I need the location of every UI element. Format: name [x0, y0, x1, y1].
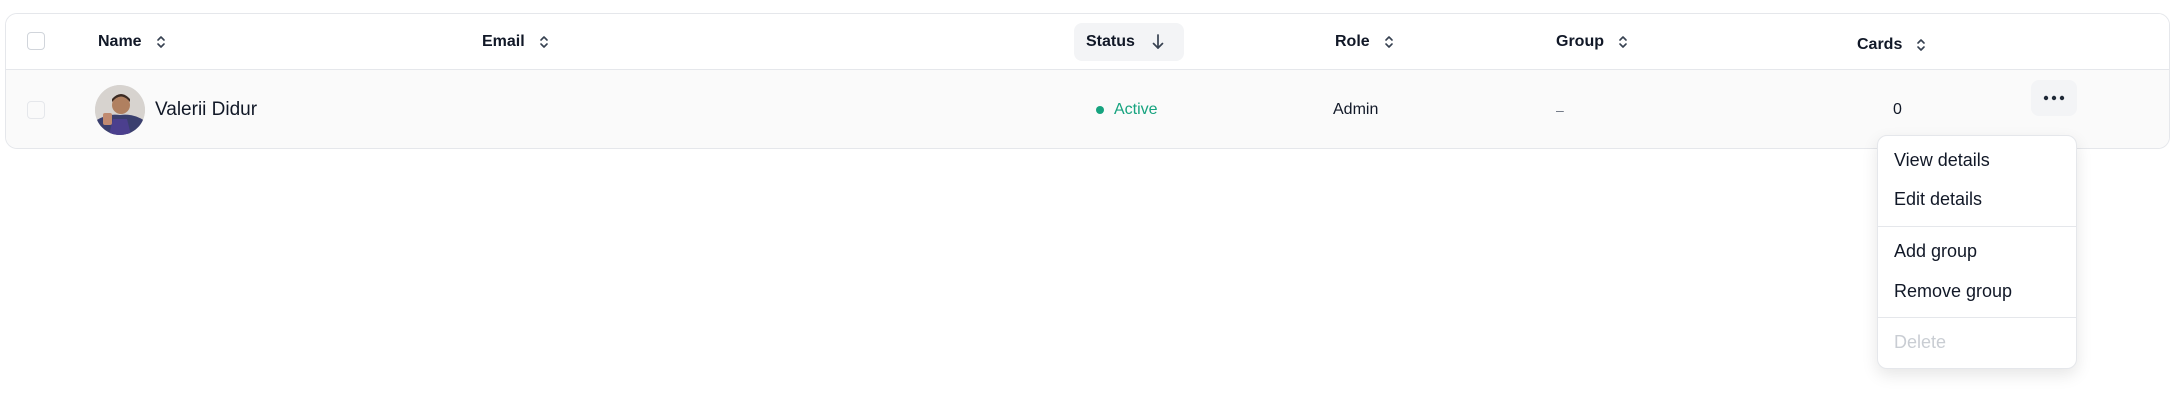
- user-name: Valerii Didur: [155, 99, 258, 120]
- sort-updown-icon[interactable]: [539, 34, 549, 50]
- column-header-name-label: Name: [98, 33, 142, 50]
- cards-value: 0: [1893, 101, 1902, 118]
- column-header-role-label: Role: [1335, 33, 1370, 50]
- menu-item-remove-group[interactable]: Remove group: [1894, 281, 2012, 302]
- status-dot-icon: [1096, 106, 1104, 114]
- column-header-cards-label: Cards: [1857, 36, 1903, 53]
- row-select-checkbox[interactable]: [27, 101, 45, 119]
- column-header-role[interactable]: Role: [1335, 14, 1394, 70]
- sort-updown-icon[interactable]: [156, 34, 166, 50]
- menu-divider: [1878, 226, 2076, 227]
- group-value: –: [1556, 102, 1564, 118]
- row-actions-button[interactable]: [2031, 80, 2077, 116]
- arrow-down-icon[interactable]: [1151, 33, 1165, 51]
- role-cell: Admin: [1333, 70, 1379, 148]
- status-cell: Active: [1096, 70, 1158, 148]
- menu-divider: [1878, 317, 2076, 318]
- column-header-cards[interactable]: Cards: [1857, 17, 1926, 73]
- users-table: Name Email Status Role Group Cards Valer…: [5, 13, 2170, 149]
- sort-updown-icon[interactable]: [1618, 34, 1628, 50]
- column-header-email[interactable]: Email: [482, 14, 549, 70]
- group-cell: –: [1556, 70, 1564, 148]
- column-header-email-label: Email: [482, 33, 525, 50]
- table-header: Name Email Status Role Group Cards: [6, 14, 2169, 70]
- avatar: [95, 85, 145, 135]
- sort-updown-icon[interactable]: [1916, 37, 1926, 53]
- menu-item-view-details[interactable]: View details: [1894, 150, 1990, 171]
- more-horizontal-icon: [2043, 95, 2065, 101]
- menu-item-add-group[interactable]: Add group: [1894, 241, 1977, 262]
- column-header-group-label: Group: [1556, 33, 1604, 50]
- column-header-status-label: Status: [1086, 33, 1135, 50]
- menu-item-edit-details[interactable]: Edit details: [1894, 189, 1982, 210]
- user-cell[interactable]: Valerii Didur: [95, 70, 258, 148]
- table-row[interactable]: Valerii Didur Active Admin – 0: [6, 70, 2169, 148]
- row-actions-menu: View details Edit details Add group Remo…: [1877, 135, 2077, 369]
- column-header-name[interactable]: Name: [98, 14, 166, 70]
- status-badge: Active: [1114, 101, 1158, 118]
- select-all-checkbox[interactable]: [27, 32, 45, 50]
- column-header-status[interactable]: Status: [1074, 23, 1184, 61]
- menu-item-delete: Delete: [1894, 332, 1947, 352]
- sort-updown-icon[interactable]: [1384, 34, 1394, 50]
- role-value: Admin: [1333, 101, 1379, 118]
- column-header-group[interactable]: Group: [1556, 14, 1628, 70]
